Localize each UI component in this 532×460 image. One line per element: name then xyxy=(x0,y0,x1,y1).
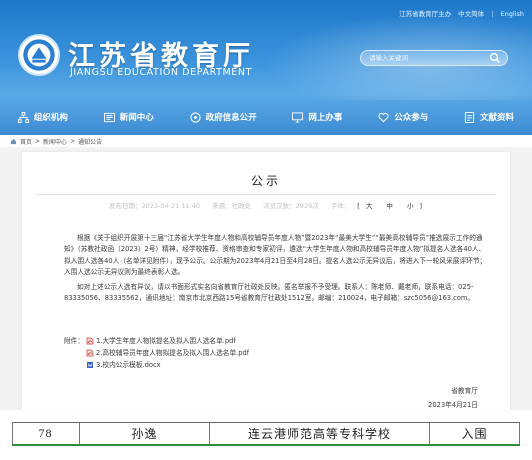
attachment-row: 附件： 1.大学生年度人物拟提名及拟入围人选名单.pdf xyxy=(64,335,249,347)
breadcrumb-notices[interactable]: 通知公告 xyxy=(78,137,102,146)
nav-label: 组织机构 xyxy=(33,113,68,123)
nav-item-news[interactable]: 新闻中心 xyxy=(86,111,172,123)
lang-simplified-link[interactable]: 中文简体 xyxy=(458,10,484,18)
nav-item-org[interactable]: 组织机构 xyxy=(0,111,86,123)
breadcrumb-separator: > xyxy=(70,137,76,145)
article-body: 根据《关于组织开展第十三届“江苏省大学生年度人物和高校辅导员年度人物”暨2023… xyxy=(64,233,490,304)
top-links: 江苏省教育厅主办 中文简体 | English xyxy=(394,8,524,18)
font-size-large[interactable]: 大 xyxy=(366,202,374,210)
monitor-icon xyxy=(292,111,304,123)
nav-label: 文献资料 xyxy=(480,113,515,123)
signature-date: 2023年4月21日 xyxy=(428,401,478,409)
nav-item-public-participation[interactable]: 公众参与 xyxy=(360,111,446,123)
publish-date: 发布日期：2023-04-21 11:40 xyxy=(108,202,201,210)
attachment-link[interactable]: 3.校内公示模板.docx xyxy=(96,359,161,371)
word-icon xyxy=(87,362,93,368)
attachment-row: 3.校内公示模板.docx xyxy=(64,359,249,371)
attachment-row: 2.高校辅导员年度人物拟提名及拟入围人选名单.pdf xyxy=(64,347,249,359)
document-icon xyxy=(464,111,475,123)
attachment-link[interactable]: 2.高校辅导员年度人物拟提名及拟入围人选名单.pdf xyxy=(96,347,249,359)
article-source: 来源：社政处 xyxy=(212,202,252,210)
nav-label: 新闻中心 xyxy=(119,113,154,123)
nav-item-info-open[interactable]: 政府信息公开 xyxy=(172,111,275,123)
breadcrumb: 首页 > 新闻中心 > 通知公告 xyxy=(10,135,102,147)
view-count: 浏览次数：2929次 xyxy=(263,202,319,210)
font-size-controls: [大 中 小] xyxy=(357,202,424,210)
article-paragraph: 如对上述公示人选有异议，请以书面形式实名向省教育厅社政处反映。匿名举报不予受理。… xyxy=(64,282,475,303)
signature-org: 省教育厅 xyxy=(451,387,478,395)
info-open-icon xyxy=(189,111,201,123)
article-signature: 省教育厅 2023年4月21日 xyxy=(428,384,478,412)
cell-name: 孙逸 xyxy=(80,423,210,444)
article-paragraph: 根据《关于组织开展第十三届“江苏省大学生年度人物和高校辅导员年度人物”暨2023… xyxy=(64,234,487,277)
lang-english-link[interactable]: English xyxy=(501,10,524,18)
nav-item-online-service[interactable]: 网上办事 xyxy=(274,111,360,123)
breadcrumb-news[interactable]: 新闻中心 xyxy=(43,137,67,146)
org-chart-icon xyxy=(17,111,29,123)
search-input[interactable] xyxy=(369,52,479,64)
table-border xyxy=(12,423,13,444)
divider: | xyxy=(491,10,494,18)
font-size-medium[interactable]: 中 xyxy=(386,202,394,210)
font-size-label: 字体： xyxy=(330,202,351,210)
site-header: 江苏省教育厅主办 中文简体 | English 江苏省教育厅 JIANGSU E… xyxy=(0,0,532,135)
emblem-icon[interactable] xyxy=(18,34,60,76)
attachments: 附件： 1.大学生年度人物拟提名及拟入围人选名单.pdf 2.高校辅导员年度人物… xyxy=(64,335,249,371)
nav-label: 网上办事 xyxy=(308,113,343,123)
search-icon[interactable] xyxy=(489,52,501,64)
article-panel: 公示 发布日期：2023-04-21 11:40 来源：社政处 浏览次数：292… xyxy=(22,152,510,410)
cell-school: 连云港师范高等专科学校 xyxy=(210,423,430,444)
breadcrumb-separator: > xyxy=(35,137,41,145)
search-box xyxy=(360,50,508,66)
nav-label: 政府信息公开 xyxy=(205,113,257,123)
nav-label: 公众参与 xyxy=(394,113,429,123)
article-meta: 发布日期：2023-04-21 11:40 来源：社政处 浏览次数：2929次 … xyxy=(22,200,510,210)
news-icon xyxy=(103,112,115,122)
attachment-link[interactable]: 1.大学生年度人物拟提名及拟入围人选名单.pdf xyxy=(96,335,236,347)
table-row: 78 孙逸 连云港师范高等专科学校 入围 xyxy=(12,422,520,446)
font-size-small[interactable]: 小 xyxy=(407,202,415,210)
table-border xyxy=(519,423,520,444)
main-nav: 组织机构 新闻中心 政府信息公开 网上办事 公众参与 文献资料 xyxy=(0,105,532,129)
cell-number: 78 xyxy=(12,423,80,444)
sponsor-text: 江苏省教育厅主办 xyxy=(399,10,452,18)
article-title: 公示 xyxy=(250,174,281,188)
pdf-icon xyxy=(86,337,94,345)
home-icon xyxy=(10,138,17,144)
nav-item-documents[interactable]: 文献资料 xyxy=(446,111,532,123)
title-divider xyxy=(36,194,496,195)
cell-status: 入围 xyxy=(430,423,520,444)
pdf-icon xyxy=(86,349,94,357)
attachments-label: 附件： xyxy=(64,337,85,345)
site-title-en: JIANGSU EDUCATION DEPARTMENT xyxy=(70,67,253,78)
heart-icon xyxy=(378,112,389,122)
breadcrumb-home[interactable]: 首页 xyxy=(20,137,32,146)
